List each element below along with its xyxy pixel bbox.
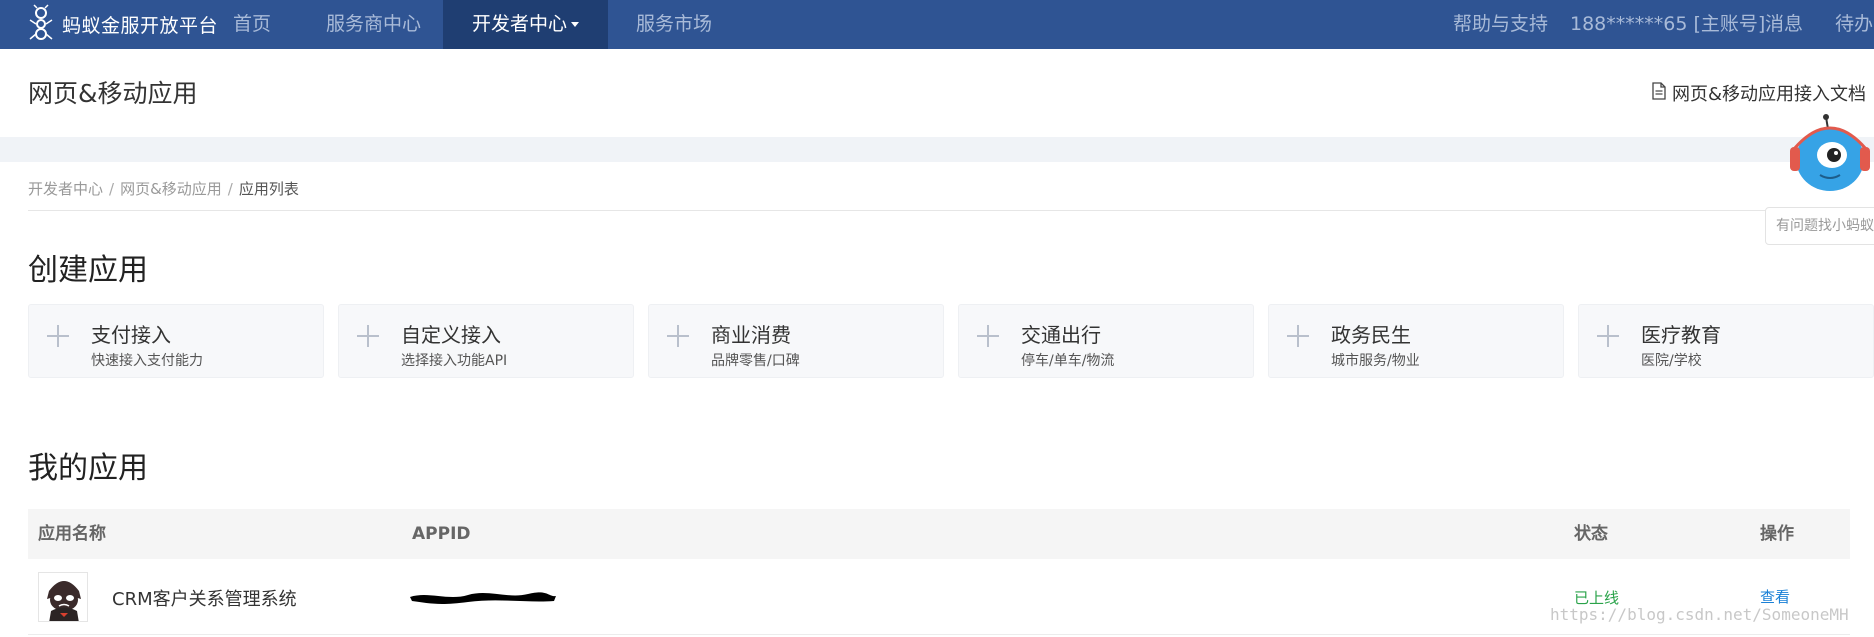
- nav-account-menu[interactable]: 188******65 [主账号]: [1570, 0, 1765, 49]
- card-subtitle: 停车/单车/物流: [1021, 353, 1115, 369]
- nav-todo-link[interactable]: 待办: [1835, 0, 1873, 49]
- card-title: 自定义接入: [401, 323, 501, 347]
- nav-help-link[interactable]: 帮助与支持: [1453, 0, 1548, 49]
- caret-down-icon: [571, 22, 579, 27]
- card-subtitle: 医院/学校: [1641, 353, 1702, 369]
- doc-link-label: 网页&移动应用接入文档: [1671, 84, 1866, 105]
- plus-icon: [357, 325, 379, 347]
- card-subtitle: 城市服务/物业: [1331, 353, 1420, 369]
- nav-item-label: 开发者中心: [471, 13, 567, 35]
- column-header-action: 操作: [1760, 524, 1794, 544]
- top-navbar: 蚂蚁金服开放平台 首页 服务商中心 开发者中心 服务市场 帮助与支持 188**…: [0, 0, 1874, 49]
- document-icon: [1652, 81, 1672, 105]
- column-header-name: 应用名称: [38, 524, 106, 544]
- breadcrumb-app-list: 应用列表: [238, 180, 299, 198]
- card-title: 商业消费: [711, 323, 791, 347]
- brand-name: 蚂蚁金服开放平台: [62, 15, 219, 37]
- nav-messages-link[interactable]: 消息: [1765, 0, 1803, 49]
- create-card-government[interactable]: 政务民生 城市服务/物业: [1268, 304, 1564, 378]
- nav-item-marketplace[interactable]: 服务市场: [636, 0, 712, 49]
- card-title: 交通出行: [1021, 323, 1101, 347]
- breadcrumb-separator: /: [227, 180, 233, 198]
- plus-icon: [977, 325, 999, 347]
- breadcrumb: 开发者中心 / 网页&移动应用 / 应用列表: [28, 178, 299, 199]
- ant-logo-icon: [26, 4, 56, 45]
- plus-icon: [667, 325, 689, 347]
- card-title: 医疗教育: [1641, 323, 1721, 347]
- card-subtitle: 品牌零售/口碑: [711, 353, 800, 369]
- apps-table-header: 应用名称 APPID 状态 操作: [28, 509, 1850, 559]
- create-card-custom[interactable]: 自定义接入 选择接入功能API: [338, 304, 634, 378]
- create-card-transport[interactable]: 交通出行 停车/单车/物流: [958, 304, 1254, 378]
- nav-item-service-provider[interactable]: 服务商中心: [326, 0, 421, 49]
- view-app-link[interactable]: 查看: [1760, 586, 1790, 607]
- card-title: 政务民生: [1331, 323, 1411, 347]
- create-card-payment[interactable]: 支付接入 快速接入支付能力: [28, 304, 324, 378]
- breadcrumb-separator: /: [109, 180, 115, 198]
- card-subtitle: 选择接入功能API: [401, 353, 508, 369]
- breadcrumb-developer-center[interactable]: 开发者中心: [28, 180, 103, 198]
- create-card-commerce[interactable]: 商业消费 品牌零售/口碑: [648, 304, 944, 378]
- assistant-mascot[interactable]: [1788, 113, 1874, 197]
- nav-item-home[interactable]: 首页: [233, 0, 271, 49]
- appid-redacted: [408, 587, 558, 607]
- plus-icon: [1287, 325, 1309, 347]
- header-divider-band: [0, 137, 1874, 162]
- plus-icon: [1597, 325, 1619, 347]
- app-name-link[interactable]: CRM客户关系管理系统: [112, 585, 297, 611]
- page-title: 网页&移动应用: [28, 79, 198, 108]
- card-title: 支付接入: [91, 323, 171, 347]
- column-header-status: 状态: [1574, 524, 1608, 544]
- brand-logo[interactable]: 蚂蚁金服开放平台: [26, 4, 219, 45]
- robot-mascot-icon: [1788, 114, 1874, 201]
- doc-link[interactable]: 网页&移动应用接入文档: [1652, 80, 1866, 106]
- app-avatar: [38, 572, 88, 622]
- watermark: https://blog.csdn.net/SomeoneMH: [1550, 605, 1849, 624]
- card-subtitle: 快速接入支付能力: [91, 353, 203, 369]
- column-header-appid: APPID: [412, 524, 471, 544]
- breadcrumb-web-mobile-apps[interactable]: 网页&移动应用: [120, 180, 222, 198]
- create-card-medical-education[interactable]: 医疗教育 医院/学校: [1578, 304, 1874, 378]
- nav-item-developer-center[interactable]: 开发者中心: [443, 0, 608, 49]
- create-app-heading: 创建应用: [28, 253, 148, 288]
- plus-icon: [47, 325, 69, 347]
- assistant-tooltip[interactable]: 有问题找小蚂蚁: [1765, 207, 1874, 245]
- my-apps-heading: 我的应用: [28, 451, 148, 486]
- divider: [28, 210, 1874, 211]
